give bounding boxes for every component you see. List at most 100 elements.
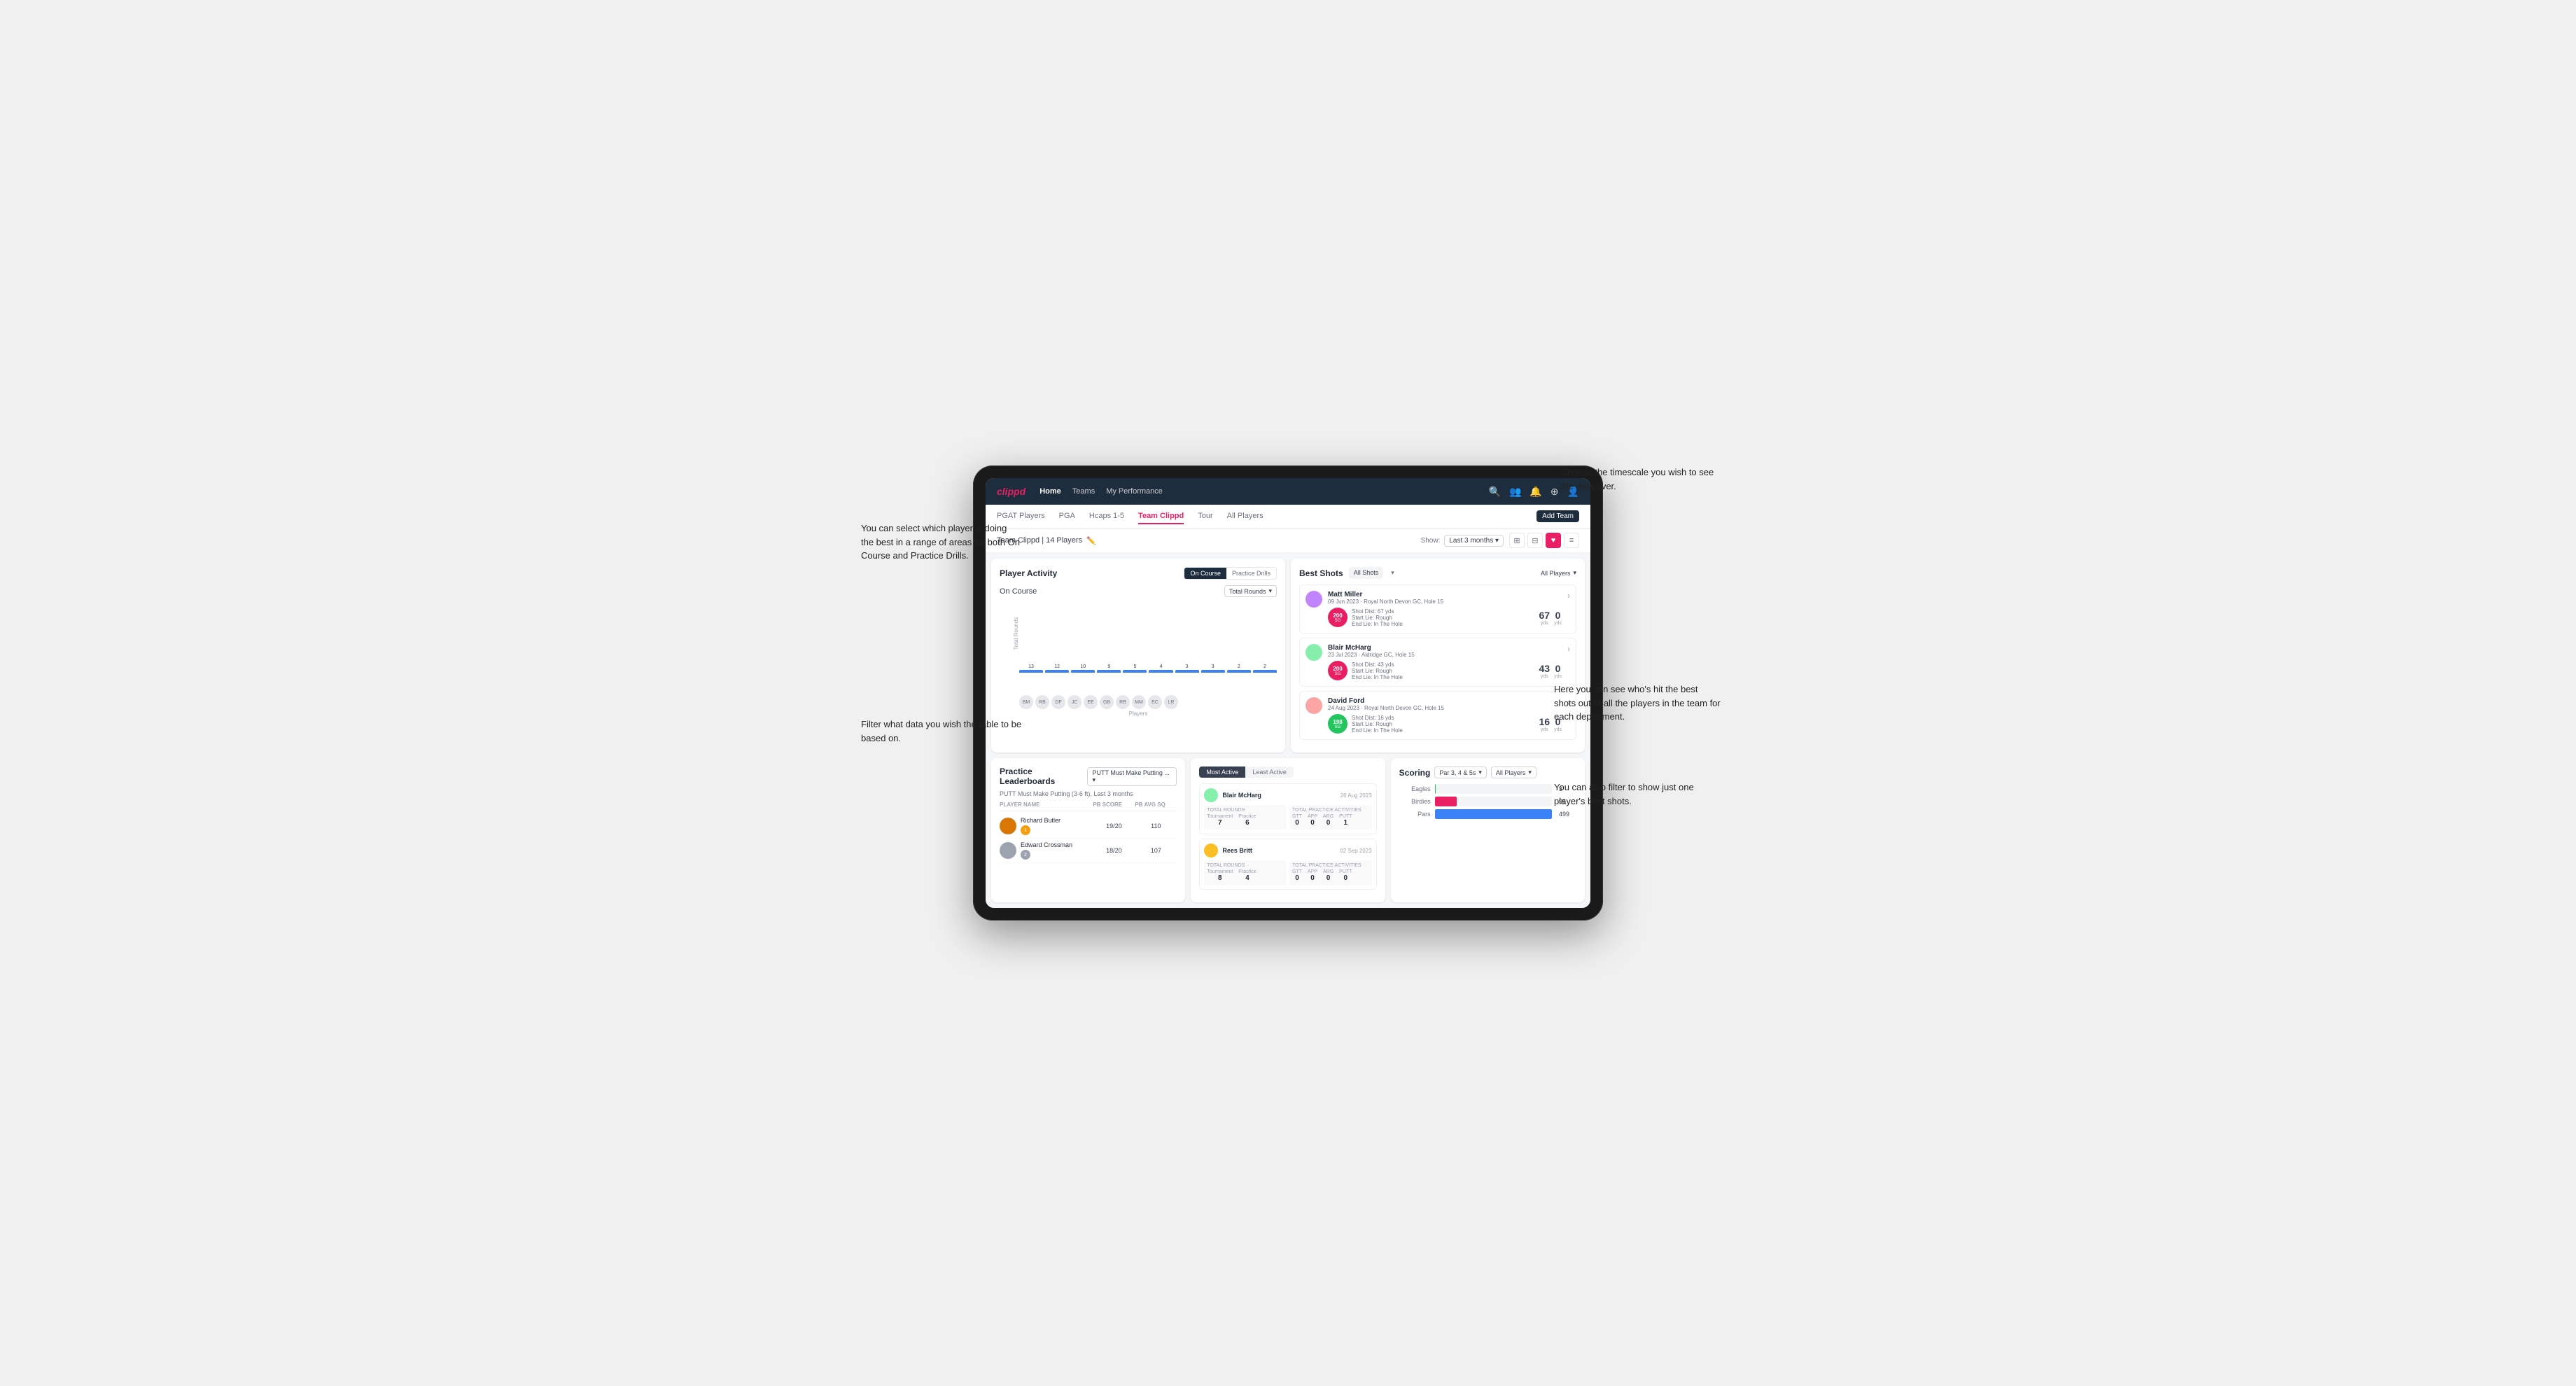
bar-group-7: 3 [1201,664,1225,671]
least-active-tab[interactable]: Least Active [1245,766,1294,778]
most-active-tab[interactable]: Most Active [1199,766,1245,778]
players-dropdown[interactable]: All Players ▾ [1541,569,1576,577]
shot-card-1[interactable]: Blair McHarg 23 Jul 2023 · Aldridge GC, … [1299,638,1576,687]
bell-icon[interactable]: 🔔 [1530,486,1541,498]
time-period-select[interactable]: Last 3 months ▾ [1444,535,1504,547]
scoring-bar-fill-birdies [1435,797,1457,806]
player-avatar-2: DF [1051,695,1065,709]
total-rounds-dropdown[interactable]: Total Rounds ▾ [1224,585,1277,597]
on-course-toggle[interactable]: On Course [1184,568,1226,579]
edit-icon[interactable]: ✏️ [1086,536,1096,545]
nav-performance[interactable]: My Performance [1106,486,1163,497]
view-heart-button[interactable]: ♥ [1546,533,1561,548]
shot-badge-1: 200 SG [1328,661,1348,680]
scoring-bar-eagles [1435,784,1552,794]
player-avatar-5: GB [1100,695,1114,709]
scoring-panel: Scoring Par 3, 4 & 5s ▾ All Players ▾ [1391,758,1585,902]
nav-home[interactable]: Home [1040,486,1061,497]
bar-3 [1097,670,1121,671]
bar-9 [1253,670,1277,671]
leaderboard-title: Practice Leaderboards [1000,766,1087,786]
activity-practice-0: Total Practice Activities GTT 0 APP [1289,805,1372,830]
header-nav: Home Teams My Performance [1040,486,1474,497]
practice-leaderboard-panel: Practice Leaderboards PUTT Must Make Put… [991,758,1185,902]
subnav-pga[interactable]: PGA [1059,509,1075,524]
bar-group-9: 2 [1253,664,1277,671]
leaderboard-header: Practice Leaderboards PUTT Must Make Put… [1000,766,1177,786]
shot-desc-0: Shot Dist: 67 ydsStart Lie: RoughEnd Lie… [1352,608,1535,627]
activity-total-rounds-0: Total Rounds Tournament 7 Practice [1204,805,1287,830]
bar-group-4: 5 [1123,664,1147,671]
chevron-down-icon: ▾ [1478,769,1482,776]
bar-6 [1175,670,1199,671]
scoring-players-dropdown[interactable]: All Players ▾ [1491,766,1536,778]
chart-container: Total Rounds 13 12 10 [1000,601,1277,692]
chart-bars: 13 12 10 9 [1019,601,1277,671]
subnav-team-clippd[interactable]: Team Clippd [1138,509,1184,524]
best-shots-header: Best Shots All Shots ▾ All Players ▾ [1299,567,1576,579]
bar-group-0: 13 [1019,664,1043,671]
all-shots-filter[interactable]: All Shots [1349,567,1384,579]
subnav-hcaps[interactable]: Hcaps 1-5 [1089,509,1124,524]
practice-drills-toggle[interactable]: Practice Drills [1226,568,1276,579]
app-header: clippd Home Teams My Performance 🔍 👥 🔔 ⊕… [986,478,1590,505]
show-label: Show: [1421,537,1441,545]
bar-group-1: 12 [1045,664,1069,671]
shot-metrics-0: 67 yds 0 yds [1539,610,1562,626]
scoring-row-birdies: Birdies 96 [1399,797,1576,806]
app-logo: clippd [997,486,1026,497]
search-icon[interactable]: 🔍 [1489,486,1501,498]
chevron-right-icon-0: › [1567,591,1570,601]
shot-detail-row-0: 200 SG Shot Dist: 67 ydsStart Lie: Rough… [1328,608,1562,627]
player-avatar-4: EE [1084,695,1098,709]
metric-remain-0: 0 yds [1554,610,1562,626]
bar-group-6: 3 [1175,664,1199,671]
subnav-tour[interactable]: Tour [1198,509,1212,524]
bar-group-5: 4 [1149,664,1172,671]
plus-icon[interactable]: ⊕ [1550,486,1559,498]
best-shots-title: Best Shots [1299,568,1343,578]
activity-practice-1: Total Practice Activities GTT 0 APP [1289,860,1372,885]
bar-avatar-row: BM RB DF JC EE GB RB MM EC LR [1000,695,1277,709]
shot-card-0[interactable]: Matt Miller 09 Jun 2023 · Royal North De… [1299,584,1576,634]
add-team-button[interactable]: Add Team [1536,510,1579,522]
shot-badge-0: 200 SG [1328,608,1348,627]
scoring-par-dropdown[interactable]: Par 3, 4 & 5s ▾ [1434,766,1487,778]
scoring-bar-fill-pars [1435,809,1552,819]
leaderboard-columns: PLAYER NAME PB SCORE PB AVG SQ [1000,802,1177,811]
player-name-0: Matt Miller [1328,591,1562,598]
subnav-all-players[interactable]: All Players [1227,509,1264,524]
bar-group-8: 2 [1227,664,1251,671]
player-avatar-blair [1306,644,1322,661]
activity-card-0: Blair McHarg 26 Aug 2023 Total Rounds To… [1199,783,1376,834]
best-shots-panel: Best Shots All Shots ▾ All Players ▾ [1291,559,1585,752]
bar-4 [1123,670,1147,671]
lb-player-0: Richard Butler 1 [1000,817,1093,835]
view-grid4-button[interactable]: ⊞ [1509,533,1525,548]
bar-group-3: 9 [1097,664,1121,671]
scoring-label-birdies: Birdies [1399,798,1431,805]
scoring-title: Scoring [1399,768,1431,778]
shot-card-2[interactable]: David Ford 24 Aug 2023 · Royal North Dev… [1299,691,1576,740]
shot-location-1: 23 Jul 2023 · Aldridge GC, Hole 15 [1328,652,1562,658]
shot-desc-1: Shot Dist: 43 ydsStart Lie: RoughEnd Lie… [1352,662,1535,680]
nav-teams[interactable]: Teams [1072,486,1095,497]
shot-detail-row-1: 200 SG Shot Dist: 43 ydsStart Lie: Rough… [1328,661,1562,680]
player-avatar-9: LR [1164,695,1178,709]
view-grid2-button[interactable]: ⊟ [1527,533,1543,548]
metric-dist-1: 43 yds [1539,663,1550,679]
chevron-down-icon: ▾ [1268,587,1272,595]
view-settings-button[interactable]: ≡ [1564,533,1579,548]
bar-7 [1201,670,1225,671]
tablet-screen: clippd Home Teams My Performance 🔍 👥 🔔 ⊕… [986,478,1590,908]
leaderboard-filter[interactable]: PUTT Must Make Putting ... ▾ [1087,767,1177,786]
player-activity-title: Player Activity [1000,568,1057,578]
users-icon[interactable]: 👥 [1509,486,1521,498]
scoring-label-eagles: Eagles [1399,785,1431,792]
scoring-bar-birdies [1435,797,1552,806]
lb-player-1: Edward Crossman 2 [1000,841,1093,860]
view-icons: ⊞ ⊟ ♥ ≡ [1509,533,1579,548]
chevron-down-icon[interactable]: ▾ [1386,567,1399,579]
shot-card-info-2: David Ford 24 Aug 2023 · Royal North Dev… [1328,697,1562,734]
activity-avatar-1 [1204,844,1218,858]
